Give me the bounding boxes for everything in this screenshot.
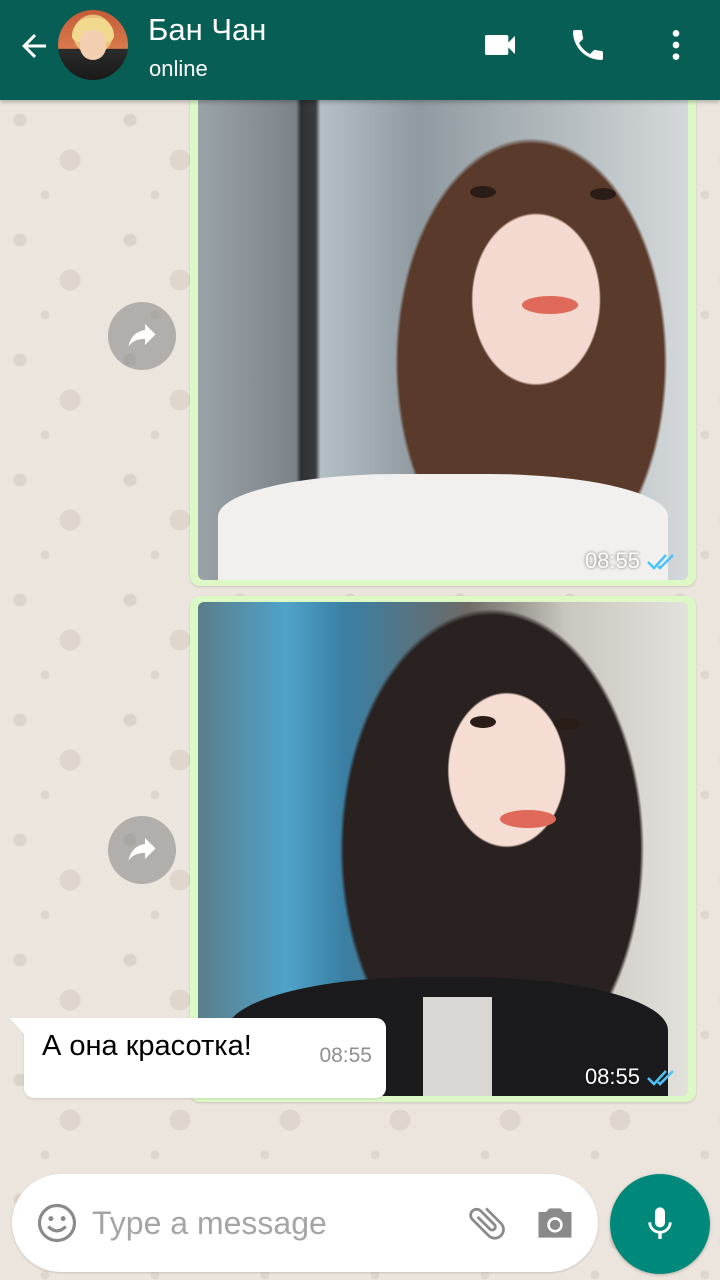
avatar-face bbox=[80, 30, 106, 60]
avatar[interactable] bbox=[58, 10, 128, 80]
photo-eye bbox=[470, 186, 496, 198]
message-composer bbox=[12, 1174, 598, 1272]
arrow-left-icon bbox=[22, 34, 46, 58]
image-message[interactable]: 08:55 bbox=[190, 100, 696, 586]
contact-name[interactable]: Бан Чан bbox=[148, 12, 266, 48]
more-vertical-icon bbox=[672, 30, 680, 60]
attach-button[interactable] bbox=[464, 1200, 510, 1246]
forward-button[interactable] bbox=[108, 816, 176, 884]
double-check-icon bbox=[647, 1070, 674, 1086]
emoji-button[interactable] bbox=[36, 1202, 78, 1244]
camera-button[interactable] bbox=[532, 1200, 578, 1246]
camera-icon bbox=[538, 1208, 572, 1238]
text-message[interactable]: А она красотка! 08:55 bbox=[10, 1018, 386, 1098]
forward-button[interactable] bbox=[108, 302, 176, 370]
message-time: 08:55 bbox=[584, 548, 640, 573]
message-time: 08:55 bbox=[584, 1064, 640, 1089]
double-check-icon bbox=[647, 554, 674, 570]
photo-shirt bbox=[423, 997, 492, 1096]
forward-arrow-icon bbox=[128, 838, 156, 861]
photo-eye bbox=[590, 188, 616, 200]
mic-button[interactable] bbox=[610, 1174, 710, 1274]
message-text: А она красотка! bbox=[42, 1030, 252, 1062]
message-meta: 08:55 bbox=[585, 548, 678, 574]
message-meta: 08:55 bbox=[585, 1064, 678, 1090]
phone-icon bbox=[573, 30, 603, 60]
video-call-button[interactable] bbox=[475, 20, 525, 70]
message-input[interactable] bbox=[92, 1196, 452, 1250]
contact-status: online bbox=[149, 56, 208, 81]
voice-call-button[interactable] bbox=[563, 20, 613, 70]
photo-eye bbox=[554, 718, 580, 730]
message-photo[interactable] bbox=[198, 100, 688, 580]
photo-lips bbox=[522, 296, 578, 314]
back-button[interactable] bbox=[10, 22, 58, 70]
paperclip-icon bbox=[469, 1207, 505, 1240]
smiley-icon bbox=[37, 1203, 77, 1243]
menu-button[interactable] bbox=[651, 20, 701, 70]
forward-arrow-icon bbox=[128, 324, 156, 347]
microphone-icon bbox=[648, 1207, 672, 1239]
photo-eye bbox=[470, 716, 496, 728]
video-camera-icon bbox=[485, 35, 515, 55]
bubble-tail bbox=[10, 1018, 24, 1034]
chat-area[interactable]: 08:55 08:55 bbox=[0, 100, 720, 1280]
chat-header: Бан Чан online bbox=[0, 0, 720, 100]
message-time: 08:55 bbox=[319, 1044, 372, 1067]
photo-lips bbox=[500, 810, 556, 828]
